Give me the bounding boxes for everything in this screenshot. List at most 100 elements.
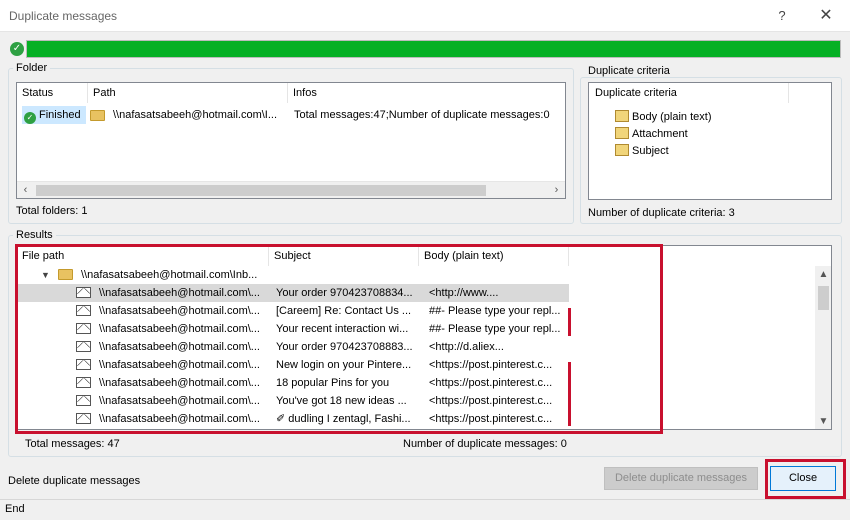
results-root-row[interactable]: ▼ \\nafasatsabeeh@hotmail.com\Inb... (17, 266, 815, 284)
result-subject-cell: Your order 970423708834... (276, 287, 413, 299)
criteria-list[interactable]: Duplicate criteria Body (plain text) Att… (588, 82, 832, 200)
folder-list[interactable]: Status Path Infos ✓ Finished \\nafasatsab… (16, 82, 566, 199)
result-subject-cell: 18 popular Pins for you (276, 377, 390, 389)
result-row[interactable]: \\nafasatsabeeh@hotmail.com\... Your orde… (17, 284, 569, 302)
results-column-body[interactable]: Body (plain text) (419, 246, 569, 266)
folder-path-cell: \\nafasatsabeeh@hotmail.com\I... (113, 109, 278, 121)
criteria-item-label: Subject (632, 145, 669, 157)
criteria-item-body[interactable]: Body (plain text) (615, 108, 711, 126)
criteria-icon (615, 110, 629, 122)
envelope-icon (76, 287, 91, 298)
envelope-icon (76, 341, 91, 352)
result-subject-cell: Your recent interaction wi... (276, 323, 409, 335)
delete-duplicates-button[interactable]: Delete duplicate messages (604, 467, 758, 490)
scroll-down-icon[interactable]: ▼ (815, 413, 831, 429)
delete-duplicates-label: Delete duplicate messages (8, 475, 141, 487)
highlight-mark (568, 308, 571, 336)
result-path-cell: \\nafasatsabeeh@hotmail.com\... (99, 377, 260, 389)
result-row[interactable]: \\nafasatsabeeh@hotmail.com\... You've go… (17, 392, 815, 410)
result-path-cell: \\nafasatsabeeh@hotmail.com\... (99, 341, 260, 353)
folder-status-text: Finished (39, 109, 81, 121)
result-body-cell: ##- Please type your repl... (429, 305, 561, 317)
finished-check-icon: ✓ (24, 112, 36, 124)
result-path-cell: \\nafasatsabeeh@hotmail.com\... (99, 323, 260, 335)
help-button[interactable]: ? (772, 6, 792, 26)
result-path-cell: \\nafasatsabeeh@hotmail.com\... (99, 359, 260, 371)
result-row[interactable]: \\nafasatsabeeh@hotmail.com\... ✐ dudling… (17, 410, 815, 428)
result-body-cell: <https://post.pinterest.c... (429, 359, 553, 371)
results-vscroll-thumb[interactable] (818, 286, 829, 310)
result-body-cell: <http://www.... (429, 287, 499, 299)
total-folders-label: Total folders: 1 (16, 205, 88, 217)
criteria-group-label: Duplicate criteria (585, 65, 673, 77)
folder-column-infos[interactable]: Infos (288, 83, 565, 103)
folder-hscrollbar[interactable]: ‹ › (17, 181, 565, 198)
criteria-icon (615, 144, 629, 156)
criteria-count-label: Number of duplicate criteria: 3 (588, 207, 735, 219)
close-window-button[interactable]: ✕ (814, 6, 838, 26)
title-bar: Duplicate messages ? ✕ (0, 0, 850, 32)
criteria-icon (615, 127, 629, 139)
progress-fill (27, 41, 840, 57)
chevron-down-icon[interactable]: ▼ (41, 266, 53, 284)
folder-hscroll-thumb[interactable] (36, 185, 486, 196)
close-button[interactable]: Close (770, 466, 836, 491)
envelope-icon (76, 305, 91, 316)
check-circle-icon: ✓ (10, 42, 24, 56)
result-body-cell: <https://post.pinterest.c... (429, 413, 553, 425)
envelope-icon (76, 359, 91, 370)
folder-column-path[interactable]: Path (88, 83, 288, 103)
folder-group-label: Folder (13, 62, 51, 74)
criteria-column-header[interactable]: Duplicate criteria (589, 83, 789, 103)
folder-icon (58, 269, 73, 280)
status-text: End (5, 503, 25, 515)
results-vscrollbar[interactable]: ▲ ▼ (815, 266, 831, 429)
result-path-cell: \\nafasatsabeeh@hotmail.com\... (99, 395, 260, 407)
criteria-item-label: Attachment (632, 128, 688, 140)
result-subject-cell: Your order 970423708883... (276, 341, 413, 353)
envelope-icon (76, 377, 91, 388)
results-column-filepath[interactable]: File path (17, 246, 269, 266)
total-messages-label: Total messages: 47 (25, 438, 120, 450)
result-body-cell: <https://post.pinterest.c... (429, 377, 553, 389)
scroll-up-icon[interactable]: ▲ (815, 266, 831, 283)
result-row[interactable]: \\nafasatsabeeh@hotmail.com\... Your rece… (17, 320, 815, 338)
folder-column-status[interactable]: Status (17, 83, 88, 103)
results-column-subject[interactable]: Subject (269, 246, 419, 266)
envelope-icon (76, 395, 91, 406)
result-subject-cell: ✐ dudling I zentagl, Fashi... (276, 413, 411, 425)
folder-infos-cell: Total messages:47;Number of duplicate me… (294, 109, 550, 121)
result-row[interactable]: \\nafasatsabeeh@hotmail.com\... New login… (17, 356, 815, 374)
result-body-cell: <https://post.pinterest.c... (429, 395, 553, 407)
result-path-cell: \\nafasatsabeeh@hotmail.com\... (99, 413, 260, 425)
progress-area: ✓ (8, 39, 842, 59)
result-subject-cell: [Careem] Re: Contact Us ... (276, 305, 412, 317)
scroll-left-icon[interactable]: ‹ (17, 182, 34, 198)
highlight-mark (568, 362, 571, 426)
result-row[interactable]: \\nafasatsabeeh@hotmail.com\... Your orde… (17, 338, 815, 356)
result-path-cell: \\nafasatsabeeh@hotmail.com\... (99, 287, 260, 299)
result-body-cell: <http://d.aliex... (429, 341, 504, 353)
envelope-icon (76, 323, 91, 334)
folder-status-cell: ✓ Finished (22, 106, 86, 124)
progress-bar (26, 40, 841, 58)
results-group-label: Results (13, 229, 56, 241)
folder-row[interactable]: ✓ Finished \\nafasatsabeeh@hotmail.com\I.… (17, 105, 565, 124)
scroll-right-icon[interactable]: › (548, 182, 565, 198)
envelope-icon (76, 413, 91, 424)
result-row[interactable]: \\nafasatsabeeh@hotmail.com\... 18 popula… (17, 374, 815, 392)
results-list[interactable]: File path Subject Body (plain text) ▼ \\… (16, 245, 832, 430)
result-subject-cell: You've got 18 new ideas ... (276, 395, 407, 407)
criteria-item-label: Body (plain text) (632, 111, 712, 123)
window-title: Duplicate messages (9, 9, 118, 23)
result-body-cell: ##- Please type your repl... (429, 323, 561, 335)
duplicate-messages-label: Number of duplicate messages: 0 (403, 438, 567, 450)
criteria-item-attachment[interactable]: Attachment (615, 125, 688, 143)
result-subject-cell: New login on your Pintere... (276, 359, 412, 371)
result-row[interactable]: \\nafasatsabeeh@hotmail.com\... [Careem] … (17, 302, 815, 320)
status-bar: End (0, 499, 850, 520)
folder-icon (90, 110, 105, 121)
criteria-item-subject[interactable]: Subject (615, 142, 669, 160)
result-path-cell: \\nafasatsabeeh@hotmail.com\... (99, 305, 260, 317)
results-root-path: \\nafasatsabeeh@hotmail.com\Inb... (81, 269, 258, 281)
